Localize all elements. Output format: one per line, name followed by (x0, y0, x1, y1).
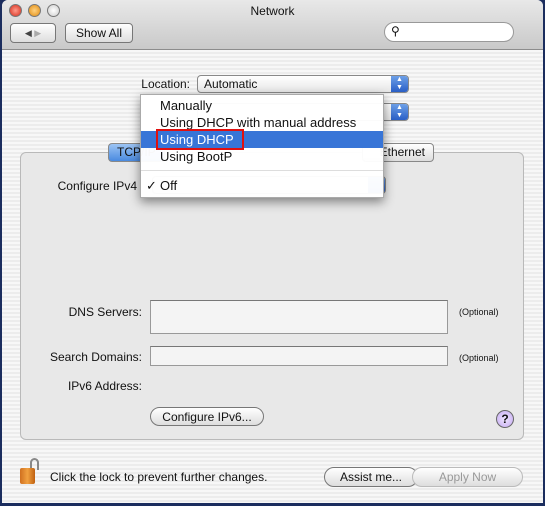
location-value: Automatic (204, 77, 258, 91)
apply-now-button[interactable]: Apply Now (412, 467, 523, 487)
location-label: Location: (141, 77, 190, 91)
window-title: Network (250, 4, 295, 18)
menu-separator (141, 170, 383, 171)
lock-icon[interactable] (20, 458, 42, 486)
configure-ipv6-button[interactable]: Configure IPv6... (150, 407, 264, 426)
menu-item-manually[interactable]: Manually (141, 97, 383, 114)
menu-item-off-label: Off (160, 178, 178, 193)
dns-servers-field[interactable] (150, 300, 448, 334)
location-popup[interactable]: Automatic ▲ ▼ (197, 75, 409, 93)
configure-ipv4-label: Configure IPv4 (57, 179, 137, 193)
popup-arrows-icon: ▲ ▼ (391, 104, 408, 120)
popup-arrows-icon: ▲ ▼ (391, 76, 408, 92)
back-icon[interactable]: ◀ (25, 28, 32, 38)
lock-message: Click the lock to prevent further change… (50, 470, 268, 484)
dns-optional: (Optional) (459, 307, 499, 317)
checkmark-icon: ✓ (146, 178, 157, 193)
dns-label: DNS Servers: (68, 305, 142, 319)
forward-icon[interactable]: ▶ (34, 28, 41, 38)
show-all-button[interactable]: Show All (65, 23, 133, 43)
help-button[interactable]: ? (496, 410, 514, 428)
ipv6-address-label: IPv6 Address: (67, 379, 142, 393)
title-bar: Network ◀ ▶ Show All ⚲ (2, 0, 543, 50)
menu-item-off[interactable]: ✓ Off (141, 177, 383, 194)
back-forward-control[interactable]: ◀ ▶ (10, 23, 56, 43)
search-domains-optional: (Optional) (459, 353, 499, 363)
network-window: Network ◀ ▶ Show All ⚲ Location: Automat… (2, 0, 543, 503)
annotation-highlight-box (156, 129, 244, 150)
assist-me-button[interactable]: Assist me... (324, 467, 418, 487)
search-domains-label: Search Domains: (49, 350, 142, 364)
search-domains-field[interactable] (150, 346, 448, 366)
menu-item-bootp[interactable]: Using BootP (141, 148, 383, 165)
search-icon: ⚲ (391, 24, 400, 38)
search-input[interactable]: ⚲ (384, 22, 514, 42)
